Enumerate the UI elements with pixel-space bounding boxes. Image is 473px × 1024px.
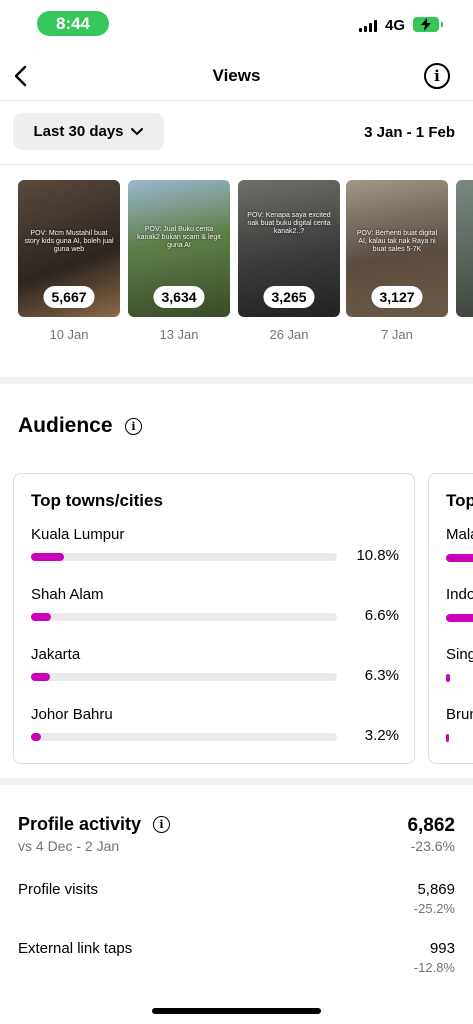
battery-tip: [441, 22, 443, 27]
date-range-text: 3 Jan - 1 Feb: [364, 124, 455, 141]
reel-card[interactable]: POV: Jual Buku cerita kanak2 bukan scam …: [128, 180, 230, 342]
reel-card[interactable]: POV: Kenapa saya excited nak buat buku d…: [238, 180, 340, 342]
town-name: Shah Alam: [31, 586, 104, 603]
town-name: Johor Bahru: [31, 706, 113, 723]
card-title: Top: [446, 491, 473, 510]
town-row: Johor Bahru 3.2%: [31, 706, 399, 744]
metric-change: -25.2%: [413, 901, 455, 916]
town-bar-fill: [31, 673, 50, 681]
reel-card-partial[interactable]: [456, 180, 473, 317]
town-percentage: 6.3%: [364, 667, 399, 684]
town-percentage: 10.8%: [356, 547, 399, 564]
reel-card[interactable]: POV: Berhenti buat digital AI, kalau tak…: [346, 180, 448, 342]
country-name: Sing: [446, 646, 473, 663]
country-bar-fill: [446, 734, 449, 742]
country-bar-fill: [446, 554, 473, 562]
country-bar-fill: [446, 674, 450, 682]
profile-activity-title: Profile activity: [18, 814, 142, 834]
reel-caption: POV: Berhenti buat digital AI, kalau tak…: [356, 230, 438, 253]
town-bar-track: [31, 733, 337, 741]
status-time[interactable]: 8:44: [37, 11, 109, 36]
profile-activity-info-icon[interactable]: i: [153, 816, 170, 833]
town-row: Jakarta 6.3%: [31, 646, 399, 684]
nav-bar: Views i: [0, 52, 473, 100]
town-percentage: 6.6%: [364, 607, 399, 624]
reel-caption: POV: Jual Buku cerita kanak2 bukan scam …: [137, 226, 221, 249]
reel-thumbnail[interactable]: [456, 180, 473, 317]
metric-label: External link taps: [18, 940, 133, 957]
town-row: Kuala Lumpur 10.8%: [31, 526, 399, 564]
status-bar: 8:44 4G: [0, 0, 473, 48]
reel-date: 7 Jan: [381, 327, 413, 342]
profile-activity-change: -23.6%: [410, 838, 455, 854]
profile-activity-total: 6,862: [407, 815, 455, 836]
reel-thumbnail[interactable]: POV: Berhenti buat digital AI, kalau tak…: [346, 180, 448, 317]
reel-date: 13 Jan: [159, 327, 199, 342]
town-percentage: 3.2%: [364, 727, 399, 744]
town-bar-fill: [31, 553, 64, 561]
page-title: Views: [212, 66, 261, 85]
divider: [0, 164, 473, 165]
metric-label: Profile visits: [18, 881, 99, 898]
town-bar-track: [31, 613, 337, 621]
metric-value: 993: [429, 940, 455, 957]
reel-view-count: 3,265: [263, 286, 315, 308]
signal-icon: [359, 20, 377, 32]
audience-heading: Audience i: [18, 414, 142, 438]
town-bar-fill: [31, 613, 51, 621]
date-range-label: Last 30 days: [33, 123, 124, 140]
country-name: Mala: [446, 526, 473, 543]
town-name: Jakarta: [31, 646, 81, 663]
compare-period: vs 4 Dec - 2 Jan: [18, 838, 120, 854]
reel-caption: POV: Kenapa saya excited nak buat buku d…: [247, 212, 331, 235]
reel-thumbnail[interactable]: POV: Kenapa saya excited nak buat buku d…: [238, 180, 340, 317]
audience-title: Audience: [18, 414, 113, 437]
reel-caption: POV: Mcm Mustahil buat story kids guna A…: [24, 230, 114, 253]
town-name: Kuala Lumpur: [31, 526, 125, 543]
metric-change: -12.8%: [413, 960, 455, 975]
reel-view-count: 3,634: [153, 286, 205, 308]
country-name: Indo: [446, 586, 473, 603]
reel-date: 10 Jan: [49, 327, 89, 342]
town-bar-track: [31, 673, 337, 681]
reel-thumbnail[interactable]: POV: Mcm Mustahil buat story kids guna A…: [18, 180, 120, 317]
battery-charging-icon: [413, 17, 439, 32]
divider: [0, 100, 473, 101]
info-button[interactable]: i: [424, 63, 450, 89]
reel-view-count: 5,667: [43, 286, 95, 308]
audience-info-icon[interactable]: i: [125, 418, 142, 435]
card-title: Top towns/cities: [31, 491, 163, 510]
date-range-dropdown[interactable]: Last 30 days: [13, 113, 164, 150]
home-indicator[interactable]: [152, 1008, 321, 1014]
section-separator: [0, 778, 473, 785]
town-row: Shah Alam 6.6%: [31, 586, 399, 624]
country-name: Brun: [446, 706, 473, 723]
reel-thumbnail[interactable]: POV: Jual Buku cerita kanak2 bukan scam …: [128, 180, 230, 317]
town-bar-fill: [31, 733, 41, 741]
reel-view-count: 3,127: [371, 286, 423, 308]
country-bar-fill: [446, 614, 473, 622]
section-separator: [0, 377, 473, 384]
network-type: 4G: [385, 17, 406, 34]
reel-card[interactable]: POV: Mcm Mustahil buat story kids guna A…: [18, 180, 120, 342]
chevron-down-icon: [130, 127, 143, 135]
metric-value: 5,869: [417, 881, 455, 898]
top-towns-card: Top towns/cities Kuala Lumpur 10.8% Shah…: [13, 473, 415, 764]
reel-date: 26 Jan: [269, 327, 309, 342]
profile-activity-heading: Profile activity i: [18, 814, 170, 835]
top-countries-card-partial[interactable]: Top Mala Indo Sing Brun: [428, 473, 473, 764]
top-reels-carousel[interactable]: POV: Mcm Mustahil buat story kids guna A…: [18, 180, 473, 345]
town-bar-track: [31, 553, 337, 561]
